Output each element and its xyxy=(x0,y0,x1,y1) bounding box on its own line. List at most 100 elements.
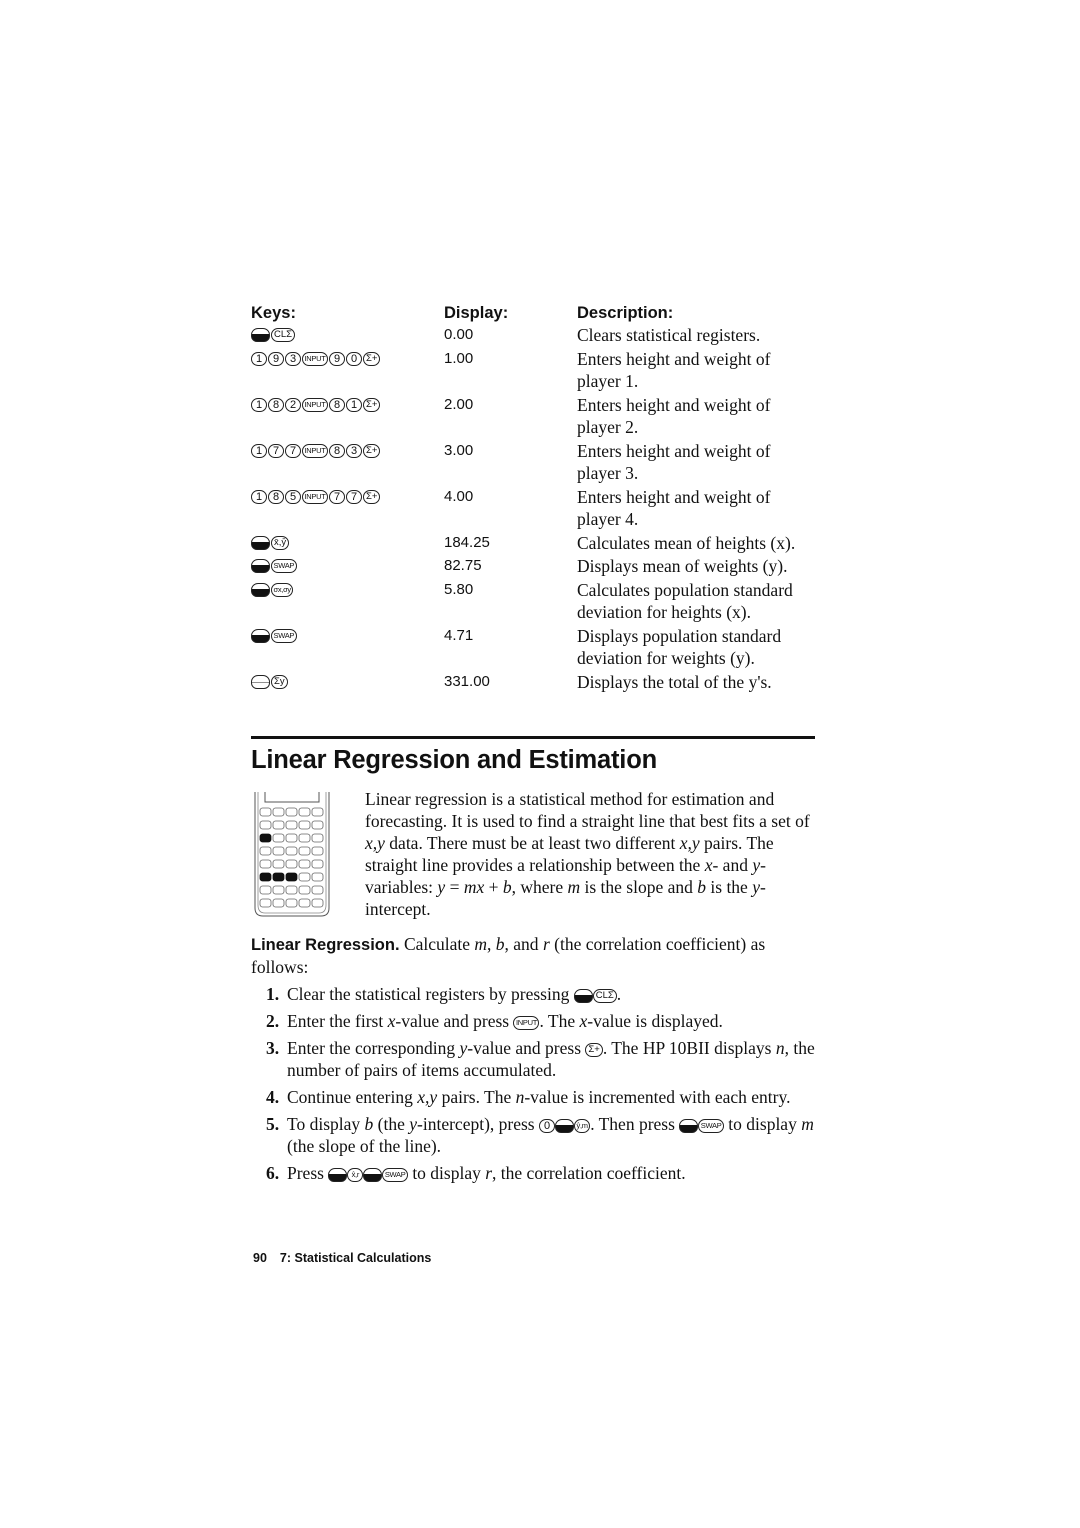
italic-variable: r xyxy=(542,934,550,954)
calculator-key xyxy=(272,898,285,908)
step-text: Enter the corresponding y-value and pres… xyxy=(287,1037,818,1081)
calculator-key-icon: SWAP xyxy=(698,1118,724,1133)
calculator-key-icon: 1 xyxy=(251,351,267,366)
text-run: . The xyxy=(539,1011,580,1031)
calculator-key xyxy=(272,833,285,843)
text-run: -value is incremented with each entry. xyxy=(524,1087,791,1107)
calculator-key-icon: 5 xyxy=(285,489,301,504)
key-display-table: Keys: Display: Description: CLΣ 0.00 Clear… xyxy=(251,296,815,693)
calculator-key-icon: 8 xyxy=(268,397,284,412)
shift-key-icon xyxy=(555,1118,574,1133)
shift-key-icon xyxy=(251,535,270,550)
calculator-key xyxy=(285,807,298,817)
calculator-key xyxy=(311,859,324,869)
display-value: 82.75 xyxy=(444,557,482,574)
calculator-key xyxy=(272,846,285,856)
shift-key-icon xyxy=(679,1118,699,1133)
chapter-title: 7: Statistical Calculations xyxy=(279,1251,432,1265)
lead-bold: Linear Regression. xyxy=(251,936,400,954)
italic-variable: x,y xyxy=(417,1087,438,1107)
text-run: , and xyxy=(504,934,543,954)
step-number: 6. xyxy=(266,1163,280,1183)
shift-key-icon xyxy=(363,1167,383,1182)
text-run: Clear the statistical registers by press… xyxy=(287,984,574,1004)
calculator-key xyxy=(285,885,298,895)
shift-key-icon xyxy=(573,988,593,1003)
display-value: 4.71 xyxy=(444,626,474,644)
text-run: Press xyxy=(287,1163,329,1183)
text-run: To display xyxy=(287,1114,365,1134)
calculator-key xyxy=(259,859,272,869)
calculator-key xyxy=(298,885,311,895)
calculator-key xyxy=(259,807,272,817)
display-value: 184.25 xyxy=(444,533,490,551)
page-number: 90 xyxy=(253,1251,267,1265)
calculator-key xyxy=(311,898,324,908)
table-row: SWAP 4.71 Displays population standard dev… xyxy=(251,624,815,670)
calculator-key-icon: INPUT xyxy=(302,351,329,366)
shift-key-icon xyxy=(251,328,270,342)
step-item: 3. Enter the corresponding y-value and pr… xyxy=(266,1037,818,1081)
calculator-key-icon: x̄,ȳ xyxy=(271,535,290,550)
italic-variable: n xyxy=(775,1038,785,1058)
italic-variable: b xyxy=(495,934,505,954)
calculator-key xyxy=(298,872,311,882)
shift-key-icon xyxy=(328,1167,348,1182)
step-item: 6. Press x̂,r SWAP to display r, the corre… xyxy=(266,1162,818,1184)
calculator-key xyxy=(311,833,324,843)
highlighted-key xyxy=(259,872,272,882)
calculator-keyboard-icon xyxy=(254,792,330,917)
table-row: 1 8 2 INPUT 8 1 Σ+ 2.00 Enters height and weight… xyxy=(251,393,815,439)
key-sequence: 1 9 3 INPUT 9 0 Σ+ xyxy=(251,347,444,370)
text-run: + xyxy=(484,877,503,897)
shift-key-icon xyxy=(251,628,270,643)
text-run: Continue entering xyxy=(287,1087,418,1107)
description-text: Enters height and weight of player 1. xyxy=(577,348,771,392)
description-text: Displays mean of weights (y). xyxy=(577,556,788,576)
calculator-key-icon: 8 xyxy=(268,489,284,504)
section-title: Linear Regression and Estimation xyxy=(251,746,657,774)
description-text: Enters height and weight of player 3. xyxy=(577,440,771,484)
description-text: Displays population standard deviation f… xyxy=(577,625,782,669)
table-row: 1 7 7 INPUT 8 3 Σ+ 3.00 Enters height and weight… xyxy=(251,439,815,485)
steps-list: 1. Clear the statistical registers by pre… xyxy=(266,983,818,1189)
text-run: Linear regression is a statistical metho… xyxy=(365,789,810,831)
calculator-key-icon: INPUT xyxy=(302,443,329,458)
calculator-key xyxy=(285,859,298,869)
calculator-key-icon: CLΣ xyxy=(592,988,617,1003)
calculator-key-icon: INPUT xyxy=(302,397,329,412)
calculator-display-outline xyxy=(264,792,320,803)
calculator-key-icon: SWAP xyxy=(271,559,297,573)
calculator-key-icon: SWAP xyxy=(382,1167,408,1182)
calculator-key xyxy=(259,898,272,908)
header-display: Display: xyxy=(444,304,509,322)
calculator-key-icon: 1 xyxy=(251,397,267,412)
calculator-key xyxy=(285,820,298,830)
text-run: data. There must be at least two differe… xyxy=(384,833,680,853)
header-keys: Keys: xyxy=(251,304,296,322)
shift-key-white-icon xyxy=(251,674,270,689)
highlighted-key xyxy=(285,872,298,882)
description-text: Enters height and weight of player 4. xyxy=(577,486,771,530)
description-text: Calculates mean of heights (x). xyxy=(577,532,796,553)
calculator-key xyxy=(285,846,298,856)
display-value: 0.00 xyxy=(444,326,474,343)
text-run: is the slope and xyxy=(580,877,698,897)
text-run: -value and press xyxy=(467,1038,586,1058)
calculator-key-icon: 7 xyxy=(346,489,363,504)
text-run: . Then press xyxy=(590,1114,680,1134)
calculator-key xyxy=(272,820,285,830)
step-text: Press x̂,r SWAP to display r, the correla… xyxy=(287,1162,818,1184)
key-sequence: 1 7 7 INPUT 8 3 Σ+ xyxy=(251,439,444,462)
calculator-key xyxy=(272,885,285,895)
step-item: 4. Continue entering x,y pairs. The n-val… xyxy=(266,1086,818,1108)
shift-key-icon xyxy=(251,559,270,573)
calculator-key-icon: Σ+ xyxy=(585,1042,603,1057)
key-sequence: 1 8 2 INPUT 8 1 Σ+ xyxy=(251,393,444,416)
step-item: 1. Clear the statistical registers by pre… xyxy=(266,983,818,1005)
italic-variable: x,y xyxy=(679,833,700,853)
italic-variable: m xyxy=(474,934,488,954)
calculator-key xyxy=(259,820,272,830)
description-text: Displays the total of the y's. xyxy=(577,671,772,692)
key-sequence: SWAP xyxy=(251,554,444,577)
